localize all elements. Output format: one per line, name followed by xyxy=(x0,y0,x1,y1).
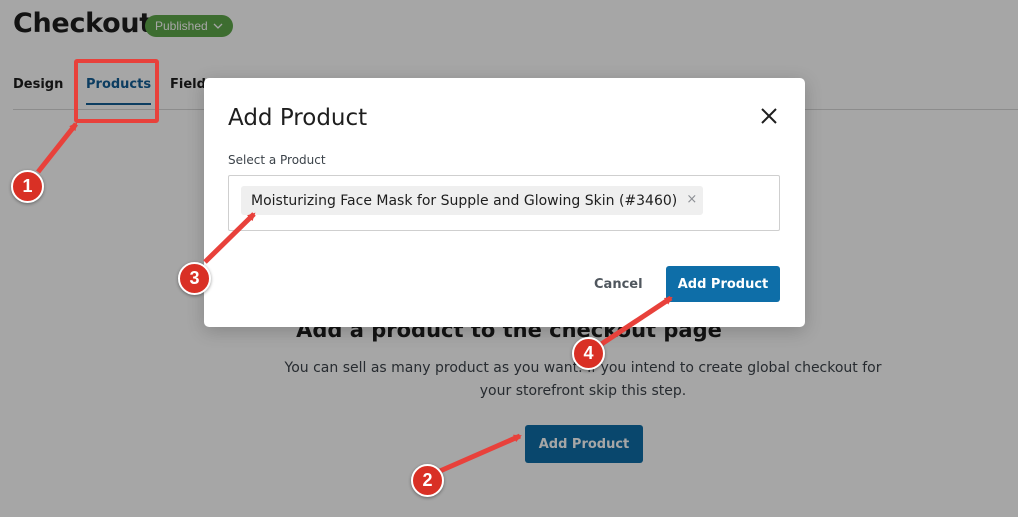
selected-product-label: Moisturizing Face Mask for Supple and Gl… xyxy=(251,192,678,209)
step-marker-4: 4 xyxy=(572,337,605,370)
add-product-modal: Add Product Select a Product Moisturizin… xyxy=(204,78,805,327)
modal-add-product-button[interactable]: Add Product xyxy=(666,266,780,302)
select-product-label: Select a Product xyxy=(228,153,326,167)
products-tab-highlight xyxy=(74,59,159,123)
remove-icon[interactable]: × xyxy=(686,192,697,207)
cancel-button[interactable]: Cancel xyxy=(594,277,643,292)
step-marker-3: 3 xyxy=(178,262,211,295)
product-select[interactable]: Moisturizing Face Mask for Supple and Gl… xyxy=(228,175,780,231)
step-marker-2: 2 xyxy=(411,464,444,497)
close-icon[interactable] xyxy=(757,104,781,128)
selected-product-token: Moisturizing Face Mask for Supple and Gl… xyxy=(241,186,704,215)
modal-title: Add Product xyxy=(228,105,368,131)
step-marker-1: 1 xyxy=(11,170,44,203)
